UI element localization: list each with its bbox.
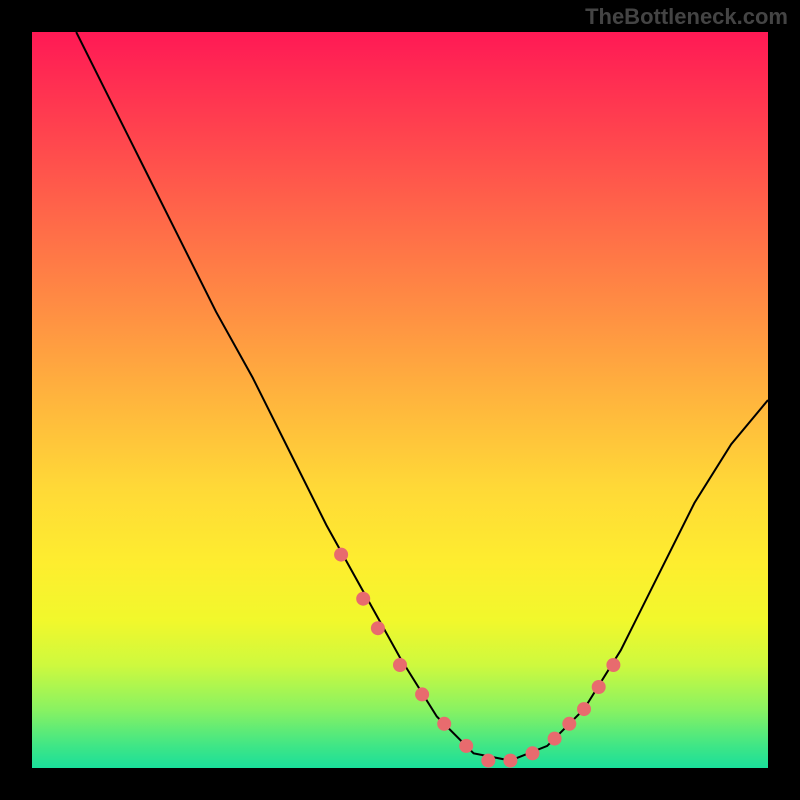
marker-dot [393, 658, 407, 672]
marker-dot [459, 739, 473, 753]
marker-dot [481, 754, 495, 768]
marker-dot [415, 687, 429, 701]
marker-group [334, 548, 620, 768]
marker-dot [548, 732, 562, 746]
marker-dot [356, 592, 370, 606]
curve-group [76, 32, 768, 761]
marker-dot [371, 621, 385, 635]
marker-dot [334, 548, 348, 562]
marker-dot [592, 680, 606, 694]
watermark-text: TheBottleneck.com [585, 4, 788, 30]
marker-dot [577, 702, 591, 716]
bottleneck-curve-path [76, 32, 768, 761]
marker-dot [526, 746, 540, 760]
marker-dot [562, 717, 576, 731]
curve-svg [32, 32, 768, 768]
plot-area [32, 32, 768, 768]
marker-dot [437, 717, 451, 731]
marker-dot [503, 754, 517, 768]
marker-dot [606, 658, 620, 672]
